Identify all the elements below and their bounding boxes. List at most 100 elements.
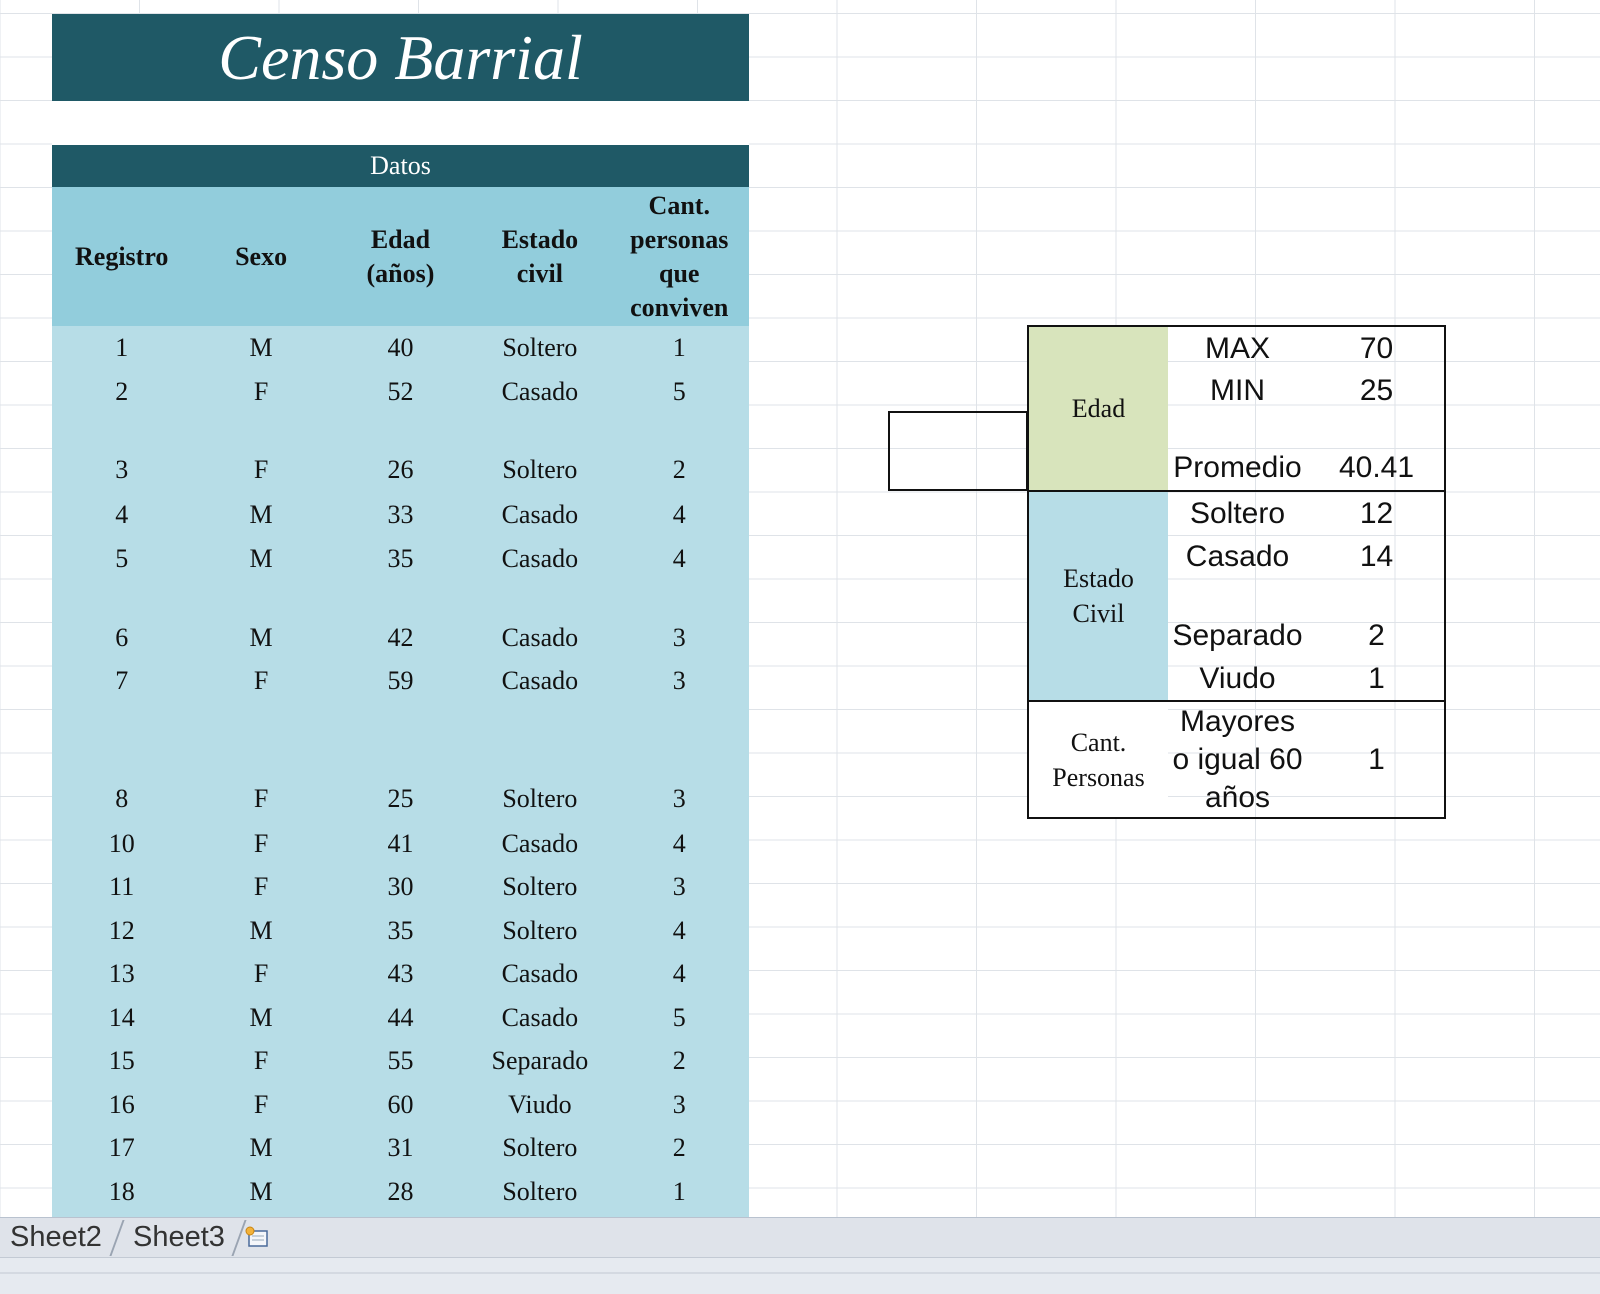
cell-sexo[interactable]: F	[191, 822, 330, 866]
table-row[interactable]: 13 F 43 Casado 4	[52, 952, 749, 996]
cell-registro[interactable]: 13	[52, 952, 191, 996]
cell-edad[interactable]: 43	[331, 952, 470, 996]
cell-cant[interactable]: 1	[610, 1170, 749, 1214]
table-row[interactable]: 17 M 31 Soltero 2	[52, 1126, 749, 1170]
cell-sexo[interactable]: M	[191, 537, 330, 581]
cell-cant[interactable]: 4	[610, 952, 749, 996]
cell-sexo[interactable]: F	[191, 659, 330, 703]
cell-registro[interactable]: 10	[52, 822, 191, 866]
cell-estado[interactable]: Soltero	[470, 909, 609, 953]
cell-cant[interactable]: 4	[610, 537, 749, 581]
cell-edad[interactable]: 28	[331, 1170, 470, 1214]
table-row[interactable]: 15 F 55 Separado 2	[52, 1039, 749, 1083]
cell-sexo[interactable]: M	[191, 996, 330, 1040]
cell-sexo[interactable]: F	[191, 952, 330, 996]
cell-registro[interactable]: 6	[52, 616, 191, 660]
cell-cant[interactable]: 3	[610, 777, 749, 821]
cell-estado[interactable]: Casado	[470, 616, 609, 660]
cell-registro[interactable]: 4	[52, 493, 191, 537]
cell-edad[interactable]: 52	[331, 370, 470, 414]
cell-cant[interactable]: 5	[610, 996, 749, 1040]
cell-estado[interactable]: Casado	[470, 537, 609, 581]
cell-edad[interactable]: 41	[331, 822, 470, 866]
cell-registro[interactable]: 11	[52, 865, 191, 909]
cell-registro[interactable]: 1	[52, 326, 191, 370]
tab-sheet3[interactable]: Sheet3	[133, 1218, 225, 1256]
cell-estado[interactable]: Soltero	[470, 1170, 609, 1214]
cell-estado[interactable]: Soltero	[470, 777, 609, 821]
max-value[interactable]: 70	[1307, 327, 1446, 371]
table-row[interactable]: 6 M 42 Casado 3	[52, 616, 749, 660]
cell-sexo[interactable]: M	[191, 1126, 330, 1170]
cell-estado[interactable]: Soltero	[470, 865, 609, 909]
active-cell-selection[interactable]	[888, 411, 1028, 491]
table-row[interactable]: 2 F 52 Casado 5	[52, 370, 749, 414]
mayores-count[interactable]: 1	[1307, 702, 1446, 817]
cell-registro[interactable]: 3	[52, 448, 191, 492]
cell-estado[interactable]: Soltero	[470, 326, 609, 370]
cell-sexo[interactable]: F	[191, 1083, 330, 1127]
cell-sexo[interactable]: F	[191, 370, 330, 414]
cell-sexo[interactable]: F	[191, 777, 330, 821]
cell-estado[interactable]: Casado	[470, 659, 609, 703]
cell-cant[interactable]: 3	[610, 1083, 749, 1127]
cell-estado[interactable]: Casado	[470, 996, 609, 1040]
cell-edad[interactable]: 42	[331, 616, 470, 660]
cell-registro[interactable]: 2	[52, 370, 191, 414]
cell-registro[interactable]: 15	[52, 1039, 191, 1083]
cell-edad[interactable]: 55	[331, 1039, 470, 1083]
insert-worksheet-icon[interactable]	[244, 1225, 272, 1249]
cell-registro[interactable]: 17	[52, 1126, 191, 1170]
cell-edad[interactable]: 35	[331, 909, 470, 953]
table-row[interactable]: 18 M 28 Soltero 1	[52, 1170, 749, 1214]
cell-sexo[interactable]: M	[191, 909, 330, 953]
table-row[interactable]: 8 F 25 Soltero 3	[52, 777, 749, 821]
cell-edad[interactable]: 26	[331, 448, 470, 492]
cell-sexo[interactable]: M	[191, 493, 330, 537]
cell-edad[interactable]: 59	[331, 659, 470, 703]
promedio-value[interactable]: 40.41	[1307, 446, 1446, 490]
cell-cant[interactable]: 4	[610, 909, 749, 953]
cell-edad[interactable]: 40	[331, 326, 470, 370]
cell-cant[interactable]: 2	[610, 1126, 749, 1170]
viudo-count[interactable]: 1	[1307, 657, 1446, 701]
cell-sexo[interactable]: F	[191, 865, 330, 909]
table-row[interactable]: 4 M 33 Casado 4	[52, 493, 749, 537]
cell-estado[interactable]: Casado	[470, 822, 609, 866]
cell-registro[interactable]: 16	[52, 1083, 191, 1127]
table-row[interactable]: 12 M 35 Soltero 4	[52, 909, 749, 953]
min-value[interactable]: 25	[1307, 369, 1446, 413]
cell-registro[interactable]: 14	[52, 996, 191, 1040]
cell-sexo[interactable]: M	[191, 1170, 330, 1214]
cell-edad[interactable]: 44	[331, 996, 470, 1040]
table-row[interactable]: 16 F 60 Viudo 3	[52, 1083, 749, 1127]
cell-cant[interactable]: 3	[610, 616, 749, 660]
table-row[interactable]: 1 M 40 Soltero 1	[52, 326, 749, 370]
tab-sheet2[interactable]: Sheet2	[10, 1218, 102, 1256]
cell-sexo[interactable]: F	[191, 1039, 330, 1083]
cell-edad[interactable]: 35	[331, 537, 470, 581]
cell-cant[interactable]: 3	[610, 659, 749, 703]
cell-cant[interactable]: 3	[610, 865, 749, 909]
cell-estado[interactable]: Soltero	[470, 1126, 609, 1170]
cell-sexo[interactable]: M	[191, 326, 330, 370]
casado-count[interactable]: 14	[1307, 535, 1446, 579]
cell-estado[interactable]: Soltero	[470, 448, 609, 492]
table-row[interactable]: 3 F 26 Soltero 2	[52, 448, 749, 492]
cell-edad[interactable]: 33	[331, 493, 470, 537]
cell-registro[interactable]: 8	[52, 777, 191, 821]
cell-estado[interactable]: Casado	[470, 952, 609, 996]
table-row[interactable]: 11 F 30 Soltero 3	[52, 865, 749, 909]
cell-sexo[interactable]: F	[191, 448, 330, 492]
cell-cant[interactable]: 5	[610, 370, 749, 414]
cell-edad[interactable]: 25	[331, 777, 470, 821]
cell-cant[interactable]: 2	[610, 1039, 749, 1083]
cell-registro[interactable]: 18	[52, 1170, 191, 1214]
spreadsheet-grid[interactable]: Censo Barrial Datos Registro Sexo Edad (a…	[0, 0, 1600, 1217]
soltero-count[interactable]: 12	[1307, 492, 1446, 536]
cell-edad[interactable]: 30	[331, 865, 470, 909]
table-row[interactable]: 7 F 59 Casado 3	[52, 659, 749, 703]
cell-cant[interactable]: 1	[610, 326, 749, 370]
cell-estado[interactable]: Viudo	[470, 1083, 609, 1127]
cell-registro[interactable]: 5	[52, 537, 191, 581]
